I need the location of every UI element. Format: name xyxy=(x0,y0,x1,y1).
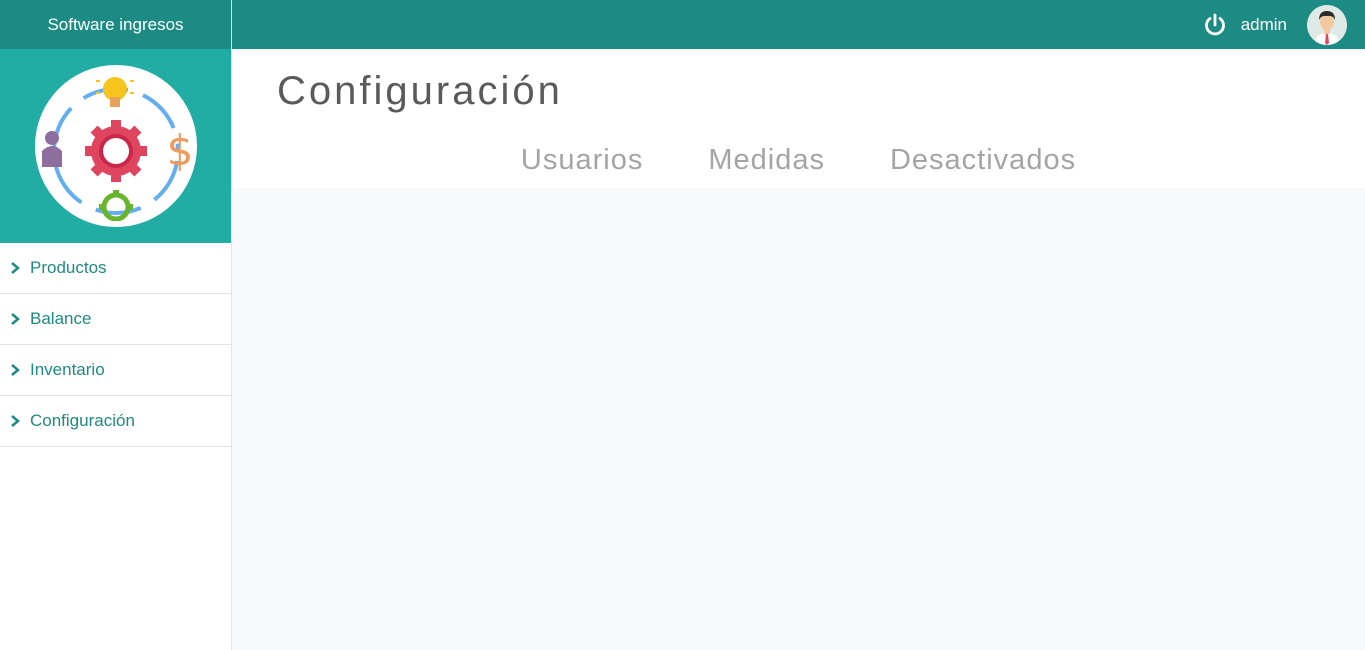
person-icon xyxy=(41,131,62,167)
power-icon[interactable] xyxy=(1203,13,1227,37)
user-avatar[interactable] xyxy=(1307,4,1347,45)
chevron-right-icon xyxy=(10,415,22,427)
app-logo: $ xyxy=(34,65,197,227)
sidebar-item-balance[interactable]: Balance xyxy=(0,294,231,345)
sidebar-item-label: Configuración xyxy=(30,411,135,430)
sidebar-item-inventario[interactable]: Inventario xyxy=(0,345,231,396)
gear-icon xyxy=(84,120,147,182)
config-tabs: Usuarios Medidas Desactivados xyxy=(232,144,1365,177)
tab-desactivados[interactable]: Desactivados xyxy=(890,144,1076,177)
sidebar-item-label: Balance xyxy=(30,309,92,328)
main-content xyxy=(232,188,1365,650)
sidebar-item-configuracion[interactable]: Configuración xyxy=(0,396,231,447)
sidebar-item-label: Inventario xyxy=(30,360,105,379)
logo-area: $ xyxy=(0,49,231,243)
logo-graphic: $ xyxy=(41,77,191,221)
sidebar-menu: Productos Balance Inventario Configuraci… xyxy=(0,243,231,447)
chevron-right-icon xyxy=(10,364,22,376)
sidebar-item-label: Productos xyxy=(30,258,107,277)
username[interactable]: admin xyxy=(1241,15,1287,35)
tab-usuarios[interactable]: Usuarios xyxy=(521,144,643,177)
page-header: Configuración Usuarios Medidas Desactiva… xyxy=(232,49,1365,188)
page-title: Configuración xyxy=(277,69,563,113)
dollar-icon: $ xyxy=(166,126,190,175)
target-icon xyxy=(98,190,133,221)
sidebar-item-productos[interactable]: Productos xyxy=(0,243,231,294)
tab-medidas[interactable]: Medidas xyxy=(708,144,825,177)
app-title: Software ingresos xyxy=(0,0,231,49)
sidebar: Software ingresos $ Productos Balance In… xyxy=(0,0,232,650)
top-navbar: admin xyxy=(232,0,1365,49)
chevron-right-icon xyxy=(10,262,22,274)
chevron-right-icon xyxy=(10,313,22,325)
